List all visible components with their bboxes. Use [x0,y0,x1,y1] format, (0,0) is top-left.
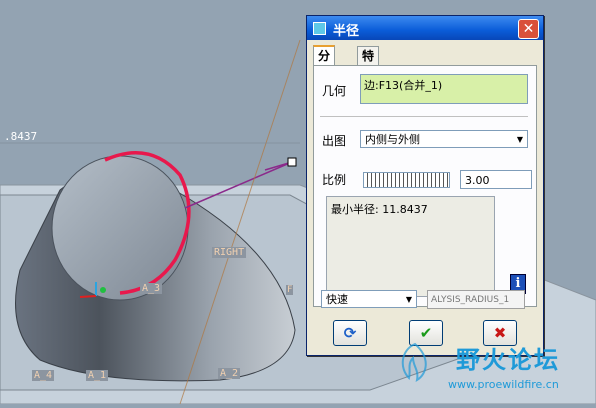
chevron-down-icon: ▼ [405,295,412,304]
datum-label-a2[interactable]: A_2 [218,368,241,379]
close-button[interactable]: ✕ [518,19,539,39]
divider [320,116,528,117]
result-text: 最小半径: 11.8437 [331,203,428,216]
mode-select-value: 快速 [326,293,348,306]
datum-label-f[interactable]: F [286,285,294,295]
datum-label-a1[interactable]: A_1 [86,370,109,381]
axis-x-icon [79,295,97,298]
dialog-title: 半径 [333,24,360,39]
tab-analysis[interactable]: 分析 [313,45,336,81]
scale-label: 比例 [322,173,347,187]
tab-feature[interactable]: 特征 [357,46,380,81]
datum-label-a3[interactable]: A_3 [140,283,163,294]
output-select-value: 内侧与外侧 [365,133,420,146]
watermark-site-name: 野火论坛 [456,346,560,374]
radius-dialog: 半径 ✕ 分析 特征 几何 边:F13(合并_1) 出图 内侧与外侧 ▼ 比例 … [306,15,544,356]
title-bar[interactable]: 半径 ✕ [307,16,543,40]
window-icon [313,22,326,35]
analysis-panel: 几何 边:F13(合并_1) 出图 内侧与外侧 ▼ 比例 3.00 最小半径: … [313,65,537,307]
result-panel: 最小半径: 11.8437 [326,196,495,297]
output-label: 出图 [322,134,347,148]
chevron-down-icon: ▼ [516,135,523,144]
repeat-button[interactable]: ⟳ [333,320,367,346]
top-face [51,155,189,301]
datum-label-right[interactable]: RIGHT [212,247,247,258]
watermark-url: www.proewildfire.cn [448,378,559,391]
scale-input[interactable]: 3.00 [460,170,532,189]
drag-handle[interactable] [287,157,297,167]
geometry-label: 几何 [322,84,347,98]
geometry-field[interactable]: 边:F13(合并_1) [360,74,528,104]
mode-select[interactable]: 快速 ▼ [321,290,417,308]
axis-z-icon [100,287,106,293]
output-select[interactable]: 内侧与外侧 ▼ [360,130,528,148]
scale-slider[interactable] [363,172,450,188]
parameter-name-field[interactable]: ALYSIS_RADIUS_1 [427,290,525,309]
datum-label-a4[interactable]: A_4 [32,370,55,381]
dimension-value: .8437 [4,130,38,143]
watermark-logo [401,342,427,383]
